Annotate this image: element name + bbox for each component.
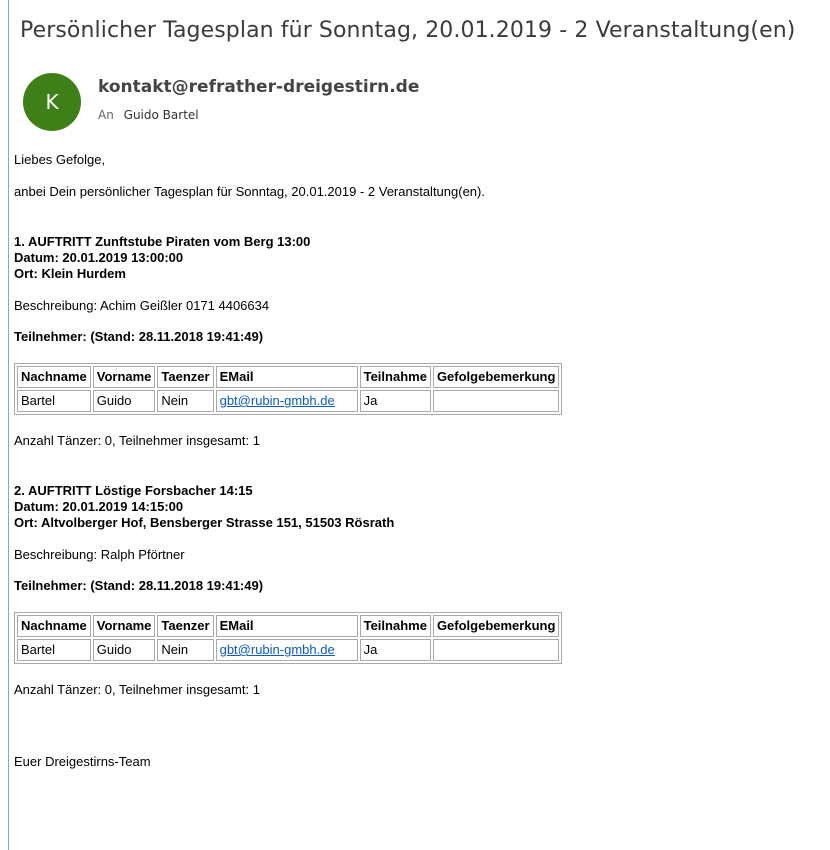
participants-heading: Teilnehmer: (Stand: 28.11.2018 19:41:49) xyxy=(14,329,264,344)
event-place: Ort: Altvolberger Hof, Bensberger Strass… xyxy=(14,515,395,530)
cell-nachname: Bartel xyxy=(17,390,91,412)
recipient-prefix: An xyxy=(98,108,114,122)
cell-email: gbt@rubin-gmbh.de xyxy=(215,390,358,412)
recipient-name[interactable]: Guido Bartel xyxy=(124,108,199,122)
email-link[interactable]: gbt@rubin-gmbh.de xyxy=(220,393,335,408)
cell-teilnahme: Ja xyxy=(359,390,431,412)
column-header: Gefolgebemerkung xyxy=(432,366,560,388)
column-header: Gefolgebemerkung xyxy=(432,615,560,637)
table-header-row: Nachname Vorname Taenzer EMail Teilnahme… xyxy=(17,366,560,388)
cell-bemerkung xyxy=(432,390,560,412)
email-body: Liebes Gefolge, anbei Dein persönlicher … xyxy=(14,152,814,770)
cell-taenzer: Nein xyxy=(157,639,214,661)
column-header: EMail xyxy=(215,366,358,388)
column-header: Taenzer xyxy=(157,615,214,637)
email-subject: Persönlicher Tagesplan für Sonntag, 20.0… xyxy=(20,18,796,43)
event-title: 1. AUFTRITT Zunftstube Piraten vom Berg … xyxy=(14,234,311,249)
event-description: Beschreibung: Ralph Pförtner xyxy=(14,547,185,562)
cell-email: gbt@rubin-gmbh.de xyxy=(215,639,358,661)
column-header: Nachname xyxy=(17,615,91,637)
event-block: 1. AUFTRITT Zunftstube Piraten vom Berg … xyxy=(14,234,814,449)
column-header: EMail xyxy=(215,615,358,637)
column-header: Teilnahme xyxy=(359,366,431,388)
cell-bemerkung xyxy=(432,639,560,661)
event-summary: Anzahl Tänzer: 0, Teilnehmer insgesamt: … xyxy=(14,682,260,697)
event-date: Datum: 20.01.2019 14:15:00 xyxy=(14,499,184,514)
intro-text: anbei Dein persönlicher Tagesplan für So… xyxy=(14,184,485,199)
column-header: Vorname xyxy=(92,366,156,388)
event-block: 2. AUFTRITT Löstige Forsbacher 14:15 Dat… xyxy=(14,483,814,698)
event-summary: Anzahl Tänzer: 0, Teilnehmer insgesamt: … xyxy=(14,433,260,448)
event-date: Datum: 20.01.2019 13:00:00 xyxy=(14,250,184,265)
event-title: 2. AUFTRITT Löstige Forsbacher 14:15 xyxy=(14,483,253,498)
cell-taenzer: Nein xyxy=(157,390,214,412)
email-link[interactable]: gbt@rubin-gmbh.de xyxy=(220,642,335,657)
participants-table: Nachname Vorname Taenzer EMail Teilnahme… xyxy=(14,612,563,664)
table-row: Bartel Guido Nein gbt@rubin-gmbh.de Ja xyxy=(17,390,560,412)
cell-vorname: Guido xyxy=(92,390,156,412)
avatar-letter: K xyxy=(45,90,59,114)
signature: Euer Dreigestirns-Team xyxy=(14,754,151,769)
sender-avatar[interactable]: K xyxy=(23,73,81,131)
column-header: Teilnahme xyxy=(359,615,431,637)
column-header: Nachname xyxy=(17,366,91,388)
cell-nachname: Bartel xyxy=(17,639,91,661)
column-header: Taenzer xyxy=(157,366,214,388)
sender-address[interactable]: kontakt@refrather-dreigestirn.de xyxy=(98,77,419,97)
greeting: Liebes Gefolge, xyxy=(14,152,106,167)
participants-heading: Teilnehmer: (Stand: 28.11.2018 19:41:49) xyxy=(14,578,264,593)
column-header: Vorname xyxy=(92,615,156,637)
cell-vorname: Guido xyxy=(92,639,156,661)
participants-table: Nachname Vorname Taenzer EMail Teilnahme… xyxy=(14,363,563,415)
recipient-line: An Guido Bartel xyxy=(98,108,199,122)
event-place: Ort: Klein Hurdem xyxy=(14,266,126,281)
reading-pane-border xyxy=(8,0,9,850)
table-row: Bartel Guido Nein gbt@rubin-gmbh.de Ja xyxy=(17,639,560,661)
event-description: Beschreibung: Achim Geißler 0171 4406634 xyxy=(14,298,270,313)
table-header-row: Nachname Vorname Taenzer EMail Teilnahme… xyxy=(17,615,560,637)
cell-teilnahme: Ja xyxy=(359,639,431,661)
